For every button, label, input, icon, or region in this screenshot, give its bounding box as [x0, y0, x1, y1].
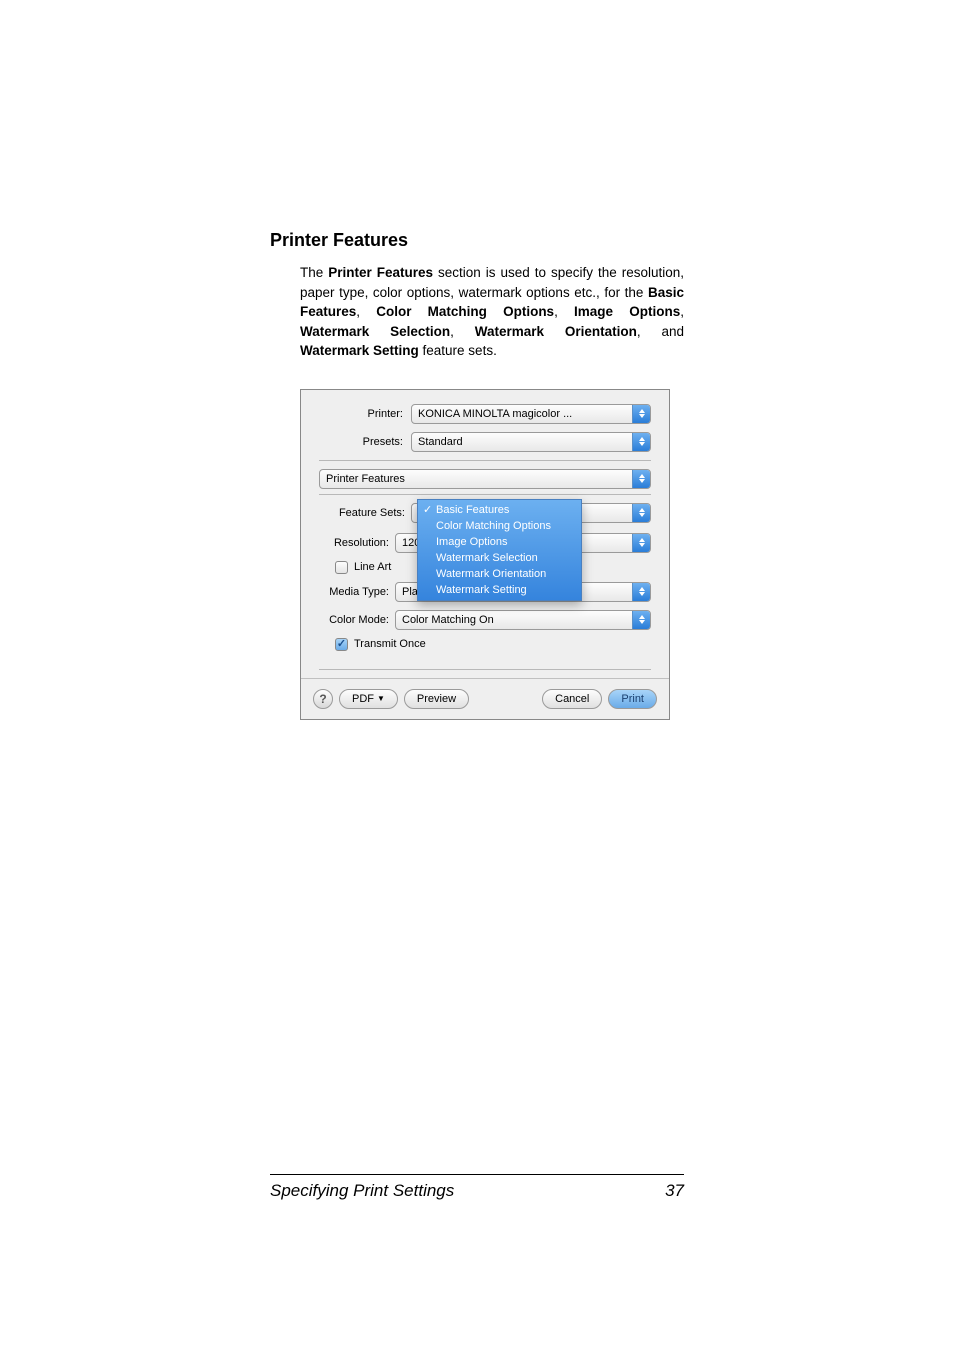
page-footer: Specifying Print Settings 37 [270, 1174, 684, 1201]
transmit-checkbox[interactable]: ✓ [335, 638, 348, 651]
chevron-down-icon: ▼ [377, 694, 385, 703]
dropdown-item-label: Color Matching Options [436, 520, 551, 532]
divider [319, 460, 651, 461]
resolution-label: Resolution: [327, 537, 395, 549]
dropdown-item-basic-features[interactable]: ✓ Basic Features [418, 502, 581, 518]
stepper-icon [632, 470, 650, 488]
stepper-icon [632, 433, 650, 451]
stepper-icon [632, 405, 650, 423]
dropdown-item-color-matching[interactable]: Color Matching Options [418, 518, 581, 534]
presets-label: Presets: [319, 436, 411, 448]
text-part: , [450, 324, 475, 339]
dropdown-item-watermark-setting[interactable]: Watermark Setting [418, 582, 581, 598]
printer-label: Printer: [319, 408, 411, 420]
text-bold: Color Matching Options [376, 304, 554, 319]
print-dialog: Printer: KONICA MINOLTA magicolor ... Pr… [300, 389, 670, 720]
dialog-inner: Printer: KONICA MINOLTA magicolor ... Pr… [301, 390, 669, 670]
pdf-button[interactable]: PDF ▼ [339, 689, 398, 709]
button-bar: ? PDF ▼ Preview Cancel Print [301, 678, 669, 719]
stepper-icon [632, 583, 650, 601]
help-button[interactable]: ? [313, 689, 333, 709]
check-icon: ✓ [423, 503, 432, 516]
pdf-button-label: PDF [352, 693, 374, 705]
text-bold: Image Options [574, 304, 680, 319]
dropdown-item-label: Watermark Orientation [436, 568, 546, 580]
feature-sets-dropdown-menu: ✓ Basic Features Color Matching Options … [417, 499, 582, 601]
dropdown-item-watermark-orientation[interactable]: Watermark Orientation [418, 566, 581, 582]
divider [319, 669, 651, 670]
pane-select-row: Printer Features [319, 469, 651, 489]
lineart-label: Line Art [354, 561, 391, 573]
divider [319, 494, 651, 495]
text-part: , [356, 304, 376, 319]
transmit-row: ✓ Transmit Once [327, 638, 651, 651]
check-icon: ✓ [337, 639, 346, 650]
text-part: , [554, 304, 574, 319]
preview-button[interactable]: Preview [404, 689, 469, 709]
feature-sets-label: Feature Sets: [319, 507, 411, 519]
dropdown-item-image-options[interactable]: Image Options [418, 534, 581, 550]
printer-select-text: KONICA MINOLTA magicolor ... [412, 408, 632, 420]
mediatype-label: Media Type: [327, 586, 395, 598]
pane-select[interactable]: Printer Features [319, 469, 651, 489]
section-paragraph: The Printer Features section is used to … [300, 263, 684, 361]
text-bold: Watermark Orientation [475, 324, 637, 339]
dropdown-item-label: Basic Features [436, 504, 509, 516]
presets-row: Presets: Standard [319, 432, 651, 452]
feature-area: Feature Sets: Basic Features ✓ Basic Fea… [319, 503, 651, 651]
footer-title: Specifying Print Settings [270, 1181, 454, 1201]
dropdown-item-label: Watermark Selection [436, 552, 538, 564]
text-bold: Printer Features [328, 265, 433, 280]
pane-select-text: Printer Features [320, 473, 632, 485]
cancel-button[interactable]: Cancel [542, 689, 602, 709]
colormode-label: Color Mode: [327, 614, 395, 626]
dropdown-item-label: Watermark Setting [436, 584, 527, 596]
presets-select[interactable]: Standard [411, 432, 651, 452]
text-part: feature sets. [419, 343, 497, 358]
footer-page-number: 37 [665, 1181, 684, 1201]
dropdown-item-label: Image Options [436, 536, 508, 548]
section-title: Printer Features [270, 230, 684, 251]
text-bold: Watermark Selection [300, 324, 450, 339]
printer-select[interactable]: KONICA MINOLTA magicolor ... [411, 404, 651, 424]
print-button[interactable]: Print [608, 689, 657, 709]
stepper-icon [632, 611, 650, 629]
printer-row: Printer: KONICA MINOLTA magicolor ... [319, 404, 651, 424]
lineart-checkbox[interactable] [335, 561, 348, 574]
dropdown-item-watermark-selection[interactable]: Watermark Selection [418, 550, 581, 566]
stepper-icon [632, 534, 650, 552]
stepper-icon [632, 504, 650, 522]
presets-select-text: Standard [412, 436, 632, 448]
colormode-select-text: Color Matching On [396, 614, 632, 626]
text-part: The [300, 265, 328, 280]
colormode-row: Color Mode: Color Matching On [327, 610, 651, 630]
page-content: Printer Features The Printer Features se… [0, 0, 954, 720]
transmit-label: Transmit Once [354, 638, 426, 650]
text-part: , [680, 304, 684, 319]
text-bold: Watermark Setting [300, 343, 419, 358]
colormode-select[interactable]: Color Matching On [395, 610, 651, 630]
text-part: , and [637, 324, 684, 339]
